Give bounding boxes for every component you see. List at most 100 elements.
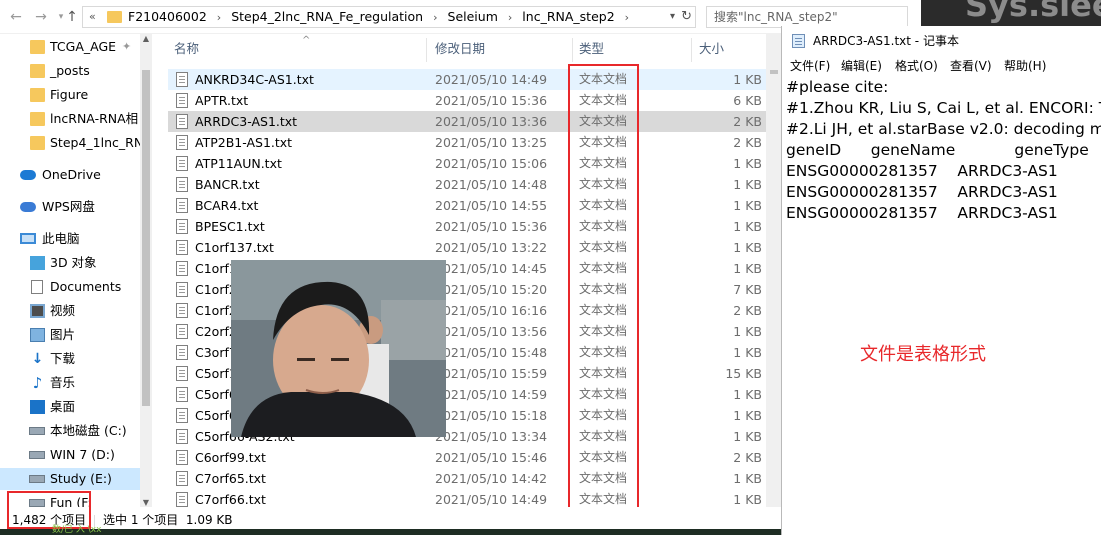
nav-item-label: Figure	[50, 87, 89, 102]
text-file-icon	[176, 156, 188, 171]
column-divider[interactable]	[691, 38, 692, 62]
chevron-right-icon[interactable]: ›	[433, 11, 437, 24]
terminal-text: 数/已 入 \xx	[52, 525, 102, 535]
nav-item-music[interactable]: ♪ 音乐	[0, 372, 140, 394]
address-box[interactable]: « F210406002 › Step4_2lnc_RNA_Fe_regulatio…	[82, 6, 696, 28]
nav-item-label: 3D 对象	[50, 255, 97, 270]
breadcrumb-item[interactable]: Seleium	[448, 9, 498, 24]
highlight-type-column	[568, 64, 639, 516]
menu-edit[interactable]: 编辑(E)	[841, 56, 882, 76]
nav-item-this-pc[interactable]: 此电脑	[0, 228, 140, 250]
nav-item-3d-objects[interactable]: 3D 对象	[0, 252, 140, 274]
column-divider[interactable]	[572, 38, 573, 62]
file-row[interactable]: ATP11AUN.txt 2021/05/10 15:06 文本文档 1 KB	[168, 153, 766, 174]
column-header-type[interactable]: 类型	[579, 34, 604, 64]
file-size: 2 KB	[733, 114, 762, 129]
nav-item-documents[interactable]: Documents	[0, 276, 140, 298]
scrollbar-thumb[interactable]	[142, 70, 150, 406]
file-date: 2021/05/10 15:06	[435, 156, 548, 171]
nav-item-onedrive[interactable]: OneDrive	[0, 164, 140, 186]
file-date: 2021/05/10 14:49	[435, 72, 548, 87]
nav-item-lncrna[interactable]: lncRNA-RNA相	[0, 108, 140, 130]
nav-item-drive-c[interactable]: 本地磁盘 (C:)	[0, 420, 140, 442]
text-line: #please cite:	[786, 78, 889, 96]
text-line: ENSG00000281357 ARRDC3-AS1	[786, 162, 1058, 180]
nav-item-pictures[interactable]: 图片	[0, 324, 140, 346]
nav-item-drive-d[interactable]: WIN 7 (D:)	[0, 444, 140, 466]
nav-item-downloads[interactable]: ↓ 下载	[0, 348, 140, 370]
menu-view[interactable]: 查看(V)	[950, 56, 992, 76]
file-list-scrollbar[interactable]	[766, 34, 781, 507]
nav-item-step4[interactable]: Step4_1lnc_RNA	[0, 132, 140, 154]
address-dropdown-icon[interactable]: ▾	[670, 7, 675, 27]
breadcrumb-overflow[interactable]: «	[89, 7, 96, 27]
file-row[interactable]: ARRDC3-AS1.txt 2021/05/10 13:36 文本文档 2 KB	[168, 111, 766, 132]
menu-bar: 文件(F) 编辑(E) 格式(O) 查看(V) 帮助(H)	[782, 56, 1101, 76]
nav-item-posts[interactable]: _posts	[0, 60, 140, 82]
column-header-label: 名称	[174, 41, 200, 56]
address-bar-row: ← → ▾ ↑ « F210406002 › Step4_2lnc_RNA_Fe_r…	[0, 0, 908, 34]
menu-format[interactable]: 格式(O)	[895, 56, 938, 76]
file-date: 2021/05/10 15:20	[435, 282, 548, 297]
chevron-right-icon[interactable]: ›	[625, 11, 629, 24]
column-header-date[interactable]: 修改日期	[435, 34, 485, 64]
nav-item-drive-e[interactable]: Study (E:)	[0, 468, 140, 490]
selection-info: 选中 1 个项目 1.09 KB	[103, 513, 233, 527]
breadcrumb-item[interactable]: F210406002	[128, 9, 207, 24]
menu-help[interactable]: 帮助(H)	[1004, 56, 1046, 76]
chevron-right-icon[interactable]: ›	[508, 11, 512, 24]
nav-item-tcga-age[interactable]: TCGA_AGE ✦	[0, 36, 140, 58]
file-row[interactable]: ATP2B1-AS1.txt 2021/05/10 13:25 文本文档 2 KB	[168, 132, 766, 153]
scroll-up-icon[interactable]: ▲	[140, 34, 152, 43]
search-input[interactable]: 搜索"lnc_RNA_step2"	[706, 6, 908, 28]
file-name: BCAR4.txt	[195, 198, 259, 213]
file-row[interactable]: C1orf137.txt 2021/05/10 13:22 文本文档 1 KB	[168, 237, 766, 258]
file-size: 1 KB	[733, 471, 762, 486]
computer-icon	[20, 233, 36, 244]
back-arrow-icon[interactable]: ←	[8, 8, 24, 26]
file-row[interactable]: C7orf65.txt 2021/05/10 14:42 文本文档 1 KB	[168, 468, 766, 489]
file-explorer-window: ← → ▾ ↑ « F210406002 › Step4_2lnc_RNA_Fe_r…	[0, 0, 908, 535]
file-name: ANKRD34C-AS1.txt	[195, 72, 314, 87]
up-arrow-icon[interactable]: ↑	[64, 8, 80, 26]
notepad-titlebar[interactable]: ARRDC3-AS1.txt - 记事本	[782, 26, 1101, 56]
file-row[interactable]: APTR.txt 2021/05/10 15:36 文本文档 6 KB	[168, 90, 766, 111]
file-row[interactable]: BPESC1.txt 2021/05/10 15:36 文本文档 1 KB	[168, 216, 766, 237]
nav-scrollbar[interactable]: ▲ ▼	[140, 34, 152, 507]
breadcrumb-item[interactable]: Step4_2lnc_RNA_Fe_regulation	[231, 9, 423, 24]
text-file-icon	[176, 471, 188, 486]
forward-arrow-icon[interactable]: →	[33, 8, 49, 26]
column-header-name[interactable]: 名称 ^	[174, 34, 310, 64]
file-row[interactable]: ANKRD34C-AS1.txt 2021/05/10 14:49 文本文档 1 KB	[168, 69, 766, 90]
file-size: 1 KB	[733, 219, 762, 234]
scroll-down-icon[interactable]: ▼	[140, 498, 152, 507]
scrollbar-thumb[interactable]	[770, 70, 778, 74]
nav-item-videos[interactable]: 视频	[0, 300, 140, 322]
text-file-icon	[176, 135, 188, 150]
file-row[interactable]: C6orf99.txt 2021/05/10 15:46 文本文档 2 KB	[168, 447, 766, 468]
nav-item-figure[interactable]: Figure	[0, 84, 140, 106]
file-date: 2021/05/10 13:25	[435, 135, 548, 150]
drive-icon	[29, 451, 45, 459]
nav-item-desktop[interactable]: 桌面	[0, 396, 140, 418]
file-row[interactable]: BANCR.txt 2021/05/10 14:48 文本文档 1 KB	[168, 174, 766, 195]
file-date: 2021/05/10 15:48	[435, 345, 548, 360]
column-header-size[interactable]: 大小	[699, 34, 724, 64]
screen: ← → ▾ ↑ « F210406002 › Step4_2lnc_RNA_Fe_r…	[0, 0, 1101, 535]
text-file-icon	[176, 450, 188, 465]
text-file-icon	[176, 429, 188, 444]
nav-item-wps[interactable]: WPS网盘	[0, 196, 140, 218]
column-divider[interactable]	[426, 38, 427, 62]
nav-item-label: 此电脑	[42, 231, 80, 246]
breadcrumb-item[interactable]: lnc_RNA_step2	[522, 9, 614, 24]
file-size: 1 KB	[733, 261, 762, 276]
menu-file[interactable]: 文件(F)	[790, 56, 830, 76]
text-editor-area[interactable]: #please cite: #1.Zhou KR, Liu S, Cai L, …	[786, 76, 1101, 535]
file-row[interactable]: BCAR4.txt 2021/05/10 14:55 文本文档 1 KB	[168, 195, 766, 216]
refresh-icon[interactable]: ↻	[681, 7, 692, 27]
navigation-pane: TCGA_AGE ✦ _posts Figure lncRNA-RNA相 Ste…	[0, 34, 152, 507]
file-size: 1 KB	[733, 198, 762, 213]
pasted-photo	[231, 260, 446, 437]
chevron-right-icon[interactable]: ›	[217, 11, 221, 24]
text-line: ENSG00000281357 ARRDC3-AS1	[786, 204, 1058, 222]
